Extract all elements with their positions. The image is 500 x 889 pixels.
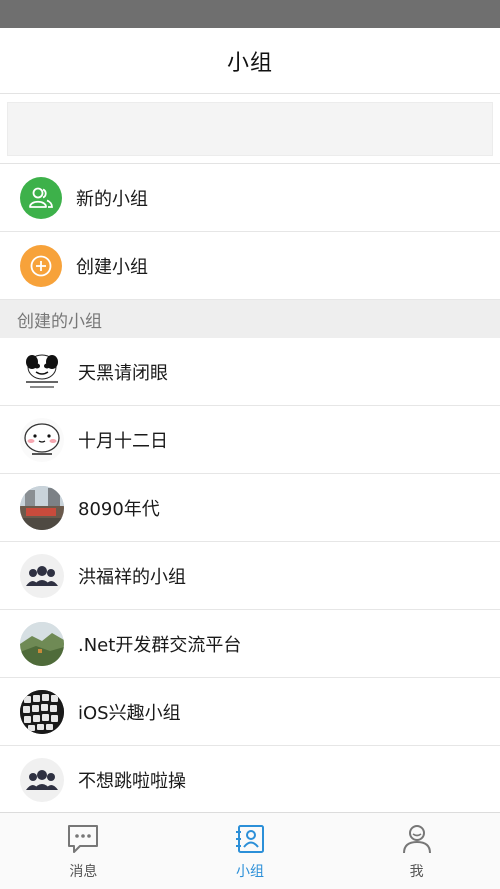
tab-label: 我 — [409, 864, 424, 880]
group-list: 新的小组 创建小组 创建的小组 天黑请闭眼 十月十二日 8090年代 洪福祥的小… — [0, 164, 500, 814]
people-icon — [20, 176, 62, 219]
group-name: 洪福祥的小组 — [78, 566, 186, 588]
panda-meme-avatar — [20, 349, 64, 394]
blob-meme-avatar — [20, 417, 64, 462]
group-name: iOS兴趣小组 — [78, 702, 181, 724]
profile-icon — [401, 823, 433, 859]
new-group-item[interactable]: 新的小组 — [0, 164, 500, 232]
create-group-label: 创建小组 — [76, 256, 148, 278]
tab-groups[interactable]: 小组 — [167, 813, 334, 889]
group-name: 十月十二日 — [78, 430, 168, 452]
search-area — [0, 94, 500, 164]
group-row[interactable]: 洪福祥的小组 — [0, 542, 500, 610]
group-default-avatar — [20, 553, 64, 598]
landscape-photo-avatar — [20, 621, 64, 666]
new-group-label: 新的小组 — [76, 188, 148, 210]
contacts-icon — [234, 823, 266, 859]
keyboard-photo-avatar — [20, 689, 64, 734]
status-bar — [0, 0, 500, 28]
page-title: 小组 — [226, 50, 273, 76]
group-row[interactable]: .Net开发群交流平台 — [0, 610, 500, 678]
group-default-avatar — [20, 757, 64, 802]
group-name: 天黑请闭眼 — [78, 362, 168, 384]
group-name: 不想跳啦啦操 — [78, 770, 186, 792]
group-row[interactable]: 不想跳啦啦操 — [0, 746, 500, 814]
message-icon — [66, 823, 100, 859]
street-photo-avatar — [20, 485, 64, 530]
tab-me[interactable]: 我 — [333, 813, 500, 889]
tab-label: 小组 — [236, 864, 264, 880]
tab-messages[interactable]: 消息 — [0, 813, 167, 889]
plus-circle-icon — [20, 244, 62, 287]
group-row[interactable]: 十月十二日 — [0, 406, 500, 474]
group-row[interactable]: iOS兴趣小组 — [0, 678, 500, 746]
group-row[interactable]: 天黑请闭眼 — [0, 338, 500, 406]
bottom-tab-bar: 消息 小组 我 — [0, 812, 500, 889]
navigation-bar: 小组 — [0, 28, 500, 94]
search-box[interactable] — [7, 102, 493, 156]
tab-label: 消息 — [69, 864, 98, 880]
create-group-item[interactable]: 创建小组 — [0, 232, 500, 300]
group-name: 8090年代 — [78, 498, 160, 520]
section-header: 创建的小组 — [0, 300, 500, 338]
group-row[interactable]: 8090年代 — [0, 474, 500, 542]
group-name: .Net开发群交流平台 — [78, 634, 242, 656]
section-title: 创建的小组 — [17, 311, 102, 332]
